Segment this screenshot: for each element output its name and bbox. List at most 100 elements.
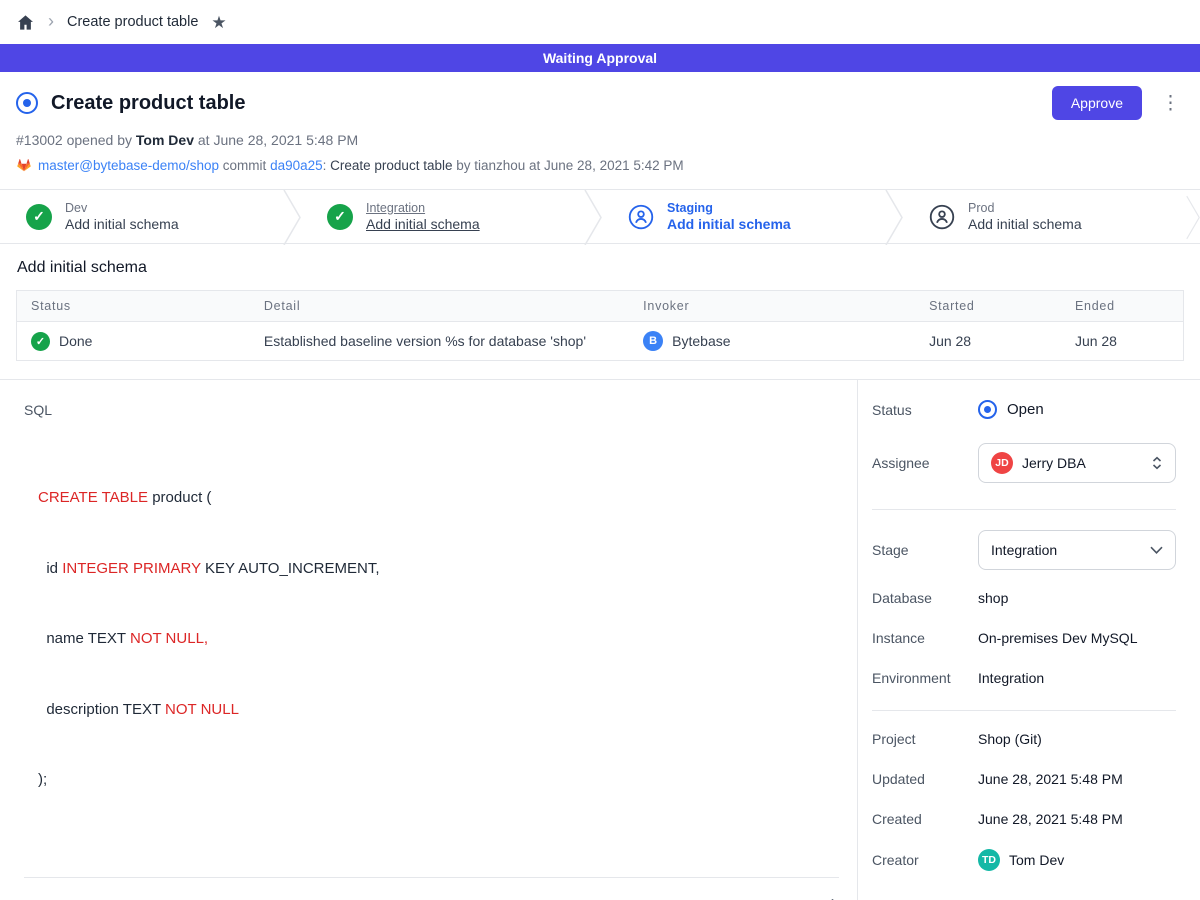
status-open-icon (978, 400, 997, 419)
creator-avatar: TD (978, 849, 1000, 871)
stage-staging[interactable]: Staging Add initial schema (602, 190, 885, 243)
task-table-header-row: Status Detail Invoker Started Ended (17, 291, 1184, 322)
stage-task-label: Add initial schema (366, 216, 480, 232)
created-value: June 28, 2021 5:48 PM (978, 811, 1176, 827)
creator-name: Tom Dev (1009, 852, 1064, 868)
task-ended-date: Jun 28 (1061, 322, 1184, 361)
kebab-menu-icon[interactable]: ⋮ (1157, 92, 1184, 115)
status-label: Status (872, 402, 978, 418)
stage-separator-chevron (885, 190, 903, 243)
stage-select[interactable]: Integration (978, 530, 1176, 570)
stage-env-label: Prod (968, 201, 1082, 215)
stage-task-label: Add initial schema (667, 216, 791, 232)
stage-separator-chevron (1186, 190, 1200, 243)
project-label: Project (872, 731, 978, 747)
project-value: Shop (Git) (978, 731, 1176, 747)
commit-line: master@bytebase-demo/shop commit da90a25… (16, 157, 1184, 176)
sql-code-block: CREATE TABLE product ( id INTEGER PRIMAR… (38, 439, 839, 839)
sql-line: CREATE TABLE product ( (38, 486, 839, 510)
instance-label: Instance (872, 630, 978, 646)
sql-section-label: SQL (24, 402, 839, 418)
stage-done-check-icon: ✓ (327, 204, 353, 230)
task-status-text: Done (59, 333, 92, 349)
column-header-invoker: Invoker (629, 291, 915, 322)
environment-label: Environment (872, 670, 978, 686)
instance-value: On-premises Dev MySQL (978, 630, 1176, 646)
stage-value: Integration (991, 542, 1141, 558)
stage-prod[interactable]: Prod Add initial schema (903, 190, 1186, 243)
issue-meta-line: #13002 opened by Tom Dev at June 28, 202… (16, 132, 1184, 148)
environment-value: Integration (978, 670, 1176, 686)
updated-value: June 28, 2021 5:48 PM (978, 771, 1176, 787)
commit-message: Create product table (330, 158, 452, 173)
column-header-status: Status (17, 291, 250, 322)
created-label: Created (872, 811, 978, 827)
issue-id-opened-by: #13002 opened by (16, 132, 136, 148)
stage-label: Stage (872, 542, 978, 558)
stage-pending-person-icon (929, 204, 955, 230)
home-icon[interactable] (16, 13, 35, 32)
stage-separator-chevron (283, 190, 301, 243)
commit-separator: : (323, 158, 331, 173)
column-header-started: Started (915, 291, 1061, 322)
database-value: shop (978, 590, 1176, 606)
sql-line: ); (38, 768, 839, 792)
approval-banner: Waiting Approval (0, 44, 1200, 72)
commit-meta: by tianzhou at June 28, 2021 5:42 PM (452, 158, 683, 173)
task-started-date: Jun 28 (915, 322, 1061, 361)
commit-hash-link[interactable]: da90a25 (270, 158, 323, 173)
commit-word: commit (219, 158, 270, 173)
issue-open-status-icon (16, 92, 38, 114)
favorite-star-icon[interactable]: ★ (211, 14, 226, 31)
task-done-check-icon: ✓ (31, 332, 50, 351)
edit-description-button[interactable] (818, 895, 839, 900)
stage-env-label: Integration (366, 201, 480, 215)
stage-env-label: Staging (667, 201, 791, 215)
issue-main-panel: SQL CREATE TABLE product ( id INTEGER PR… (0, 380, 858, 900)
chevron-updown-icon (1151, 456, 1163, 470)
stage-env-label: Dev (65, 201, 179, 215)
chevron-down-icon (1150, 546, 1163, 554)
breadcrumb: › Create product table ★ (0, 0, 1200, 44)
invoker-avatar: B (643, 331, 663, 351)
creator-label: Creator (872, 852, 978, 868)
stage-task-label: Add initial schema (968, 216, 1082, 232)
task-detail-text: Established baseline version %s for data… (250, 322, 629, 361)
issue-timestamp: at June 28, 2021 5:48 PM (194, 132, 358, 148)
stage-pending-person-icon (628, 204, 654, 230)
invoker-name: Bytebase (672, 333, 730, 349)
sql-line: name TEXT NOT NULL, (38, 627, 839, 651)
column-header-detail: Detail (250, 291, 629, 322)
commit-repo-link[interactable]: master@bytebase-demo/shop (38, 158, 219, 173)
stage-dev[interactable]: ✓ Dev Add initial schema (0, 190, 283, 243)
sql-line: description TEXT NOT NULL (38, 698, 839, 722)
assignee-name: Jerry DBA (1022, 455, 1142, 471)
stage-done-check-icon: ✓ (26, 204, 52, 230)
sidebar-divider (872, 710, 1176, 711)
stage-task-label: Add initial schema (65, 216, 179, 232)
task-section-title: Add initial schema (17, 259, 1184, 277)
issue-sidebar: Status Open Assignee JD Jerry DBA Stage … (858, 380, 1200, 900)
assignee-label: Assignee (872, 455, 978, 471)
table-row[interactable]: ✓ Done Established baseline version %s f… (17, 322, 1184, 361)
sidebar-divider (872, 509, 1176, 510)
sql-line: id INTEGER PRIMARY KEY AUTO_INCREMENT, (38, 557, 839, 581)
task-section: Add initial schema Status Detail Invoker… (0, 244, 1200, 379)
approve-button[interactable]: Approve (1052, 86, 1142, 120)
issue-header: Create product table Approve ⋮ #13002 op… (0, 72, 1200, 189)
chevron-right-icon: › (48, 12, 54, 30)
status-value: Open (1007, 401, 1044, 418)
assignee-select[interactable]: JD Jerry DBA (978, 443, 1176, 483)
page-title: Create product table (51, 92, 245, 115)
breadcrumb-current-page: Create product table (67, 14, 198, 30)
pipeline-stage-bar: ✓ Dev Add initial schema ✓ Integration A… (0, 189, 1200, 244)
issue-author: Tom Dev (136, 132, 194, 148)
gitlab-icon (16, 157, 32, 176)
section-divider (24, 877, 839, 878)
assignee-avatar: JD (991, 452, 1013, 474)
stage-integration[interactable]: ✓ Integration Add initial schema (301, 190, 584, 243)
task-table: Status Detail Invoker Started Ended ✓ Do… (16, 290, 1184, 361)
database-label: Database (872, 590, 978, 606)
stage-separator-chevron (584, 190, 602, 243)
updated-label: Updated (872, 771, 978, 787)
